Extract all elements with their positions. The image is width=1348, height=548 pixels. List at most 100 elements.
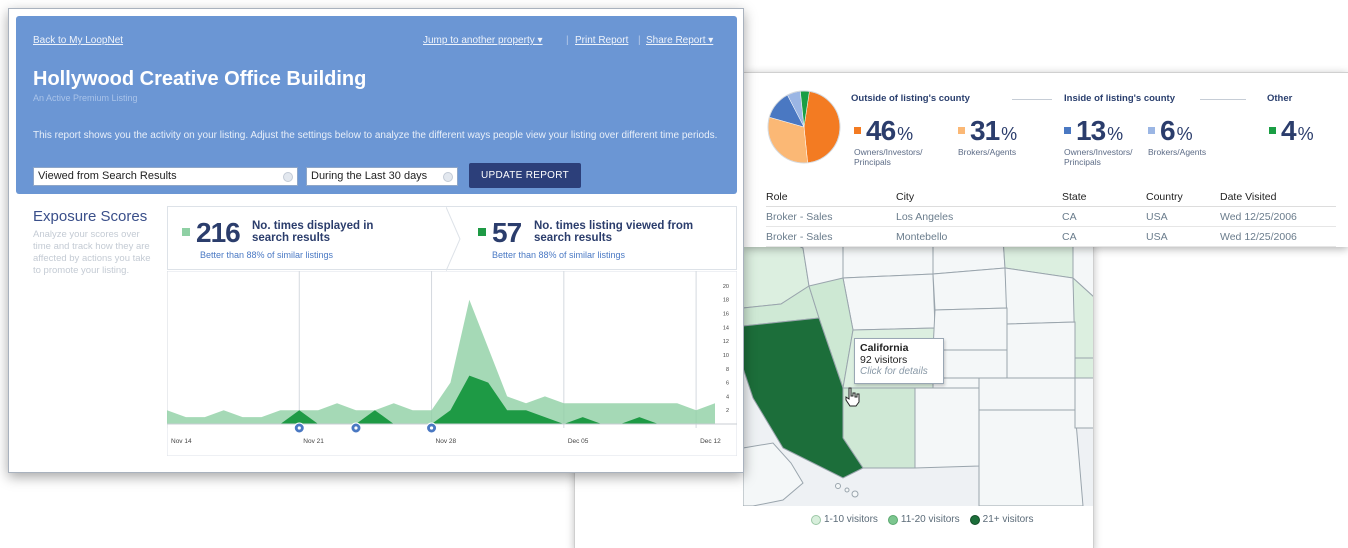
dark-green-square-icon [478,228,486,236]
visitor-stat-number: 31 [970,115,1000,146]
stat-viewed-label: No. times listing viewed from search res… [534,220,693,244]
y-tick-label: 16 [723,312,729,318]
col-country[interactable]: Country [1146,189,1220,207]
table-header-row: Role City State Country Date Visited [766,189,1336,207]
back-link[interactable]: Back to My LoopNet [33,35,123,46]
cell-country: USA [1146,206,1220,227]
listing-report-panel: Back to My LoopNet Jump to another prope… [8,8,744,473]
stat-viewed-comparison: Better than 88% of similar listings [492,250,626,260]
chevron-down-icon [283,172,293,182]
state-texas[interactable] [978,409,1084,506]
other-header: Other [1267,93,1293,104]
y-tick-label: 6 [726,381,729,387]
visitor-stat-percent: % [1001,124,1018,144]
event-marker-dot [354,426,358,430]
col-state[interactable]: State [1062,189,1146,207]
state-arkansas[interactable] [1074,377,1094,429]
link-separator: | [566,35,569,46]
cell-country: USA [1146,226,1220,247]
state-oklahoma[interactable] [978,377,1076,411]
state-kansas[interactable] [932,349,1008,379]
y-tick-label: 14 [723,325,729,331]
outside-county-header: Outside of listing's county [851,93,970,104]
chevron-right-icon [446,207,461,271]
stat-displayed-label: No. times displayed in search results [252,220,373,244]
visitor-stat-percent: % [897,124,914,144]
color-square-icon [1269,127,1276,134]
state-south-dakota[interactable] [932,267,1008,311]
period-select[interactable]: During the Last 30 days [306,167,458,186]
share-report-link[interactable]: Share Report ▾ [646,35,713,46]
tooltip-title: California [860,342,909,354]
link-separator: | [638,35,641,46]
legend-item-low: 1-10 visitors [811,514,878,525]
view-type-value: Viewed from Search Results [38,170,177,182]
color-square-icon [1064,127,1071,134]
visitor-stat-value: 13% [1064,115,1133,147]
y-tick-label: 18 [723,298,729,304]
legend-dot-icon [969,514,980,525]
visitor-stat: 31% Brokers/Agents [958,115,1017,157]
visitor-stat-label: Owners/Investors/Principals [1064,147,1133,167]
visitor-stat-value: 6% [1148,115,1206,147]
state-hawaii[interactable] [835,483,841,489]
state-wyoming[interactable] [842,273,936,331]
cell-date: Wed 12/25/2006 [1220,206,1336,227]
inside-county-group: Inside of listing's county [1064,93,1175,106]
cell-date: Wed 12/25/2006 [1220,226,1336,247]
visitor-stat-number: 13 [1076,115,1106,146]
legend-dot-icon [811,514,821,525]
state-hawaii-3 [851,490,859,498]
outside-county-group: Outside of listing's county [851,93,970,106]
x-tick-label: Dec 05 [568,438,589,445]
state-new-mexico[interactable] [914,387,980,469]
print-report-link[interactable]: Print Report [575,35,628,46]
table-row[interactable]: Broker - Sales Montebello CA USA Wed 12/… [766,226,1336,247]
report-header: Back to My LoopNet Jump to another prope… [16,16,737,194]
state-missouri[interactable] [1006,321,1076,379]
visitor-stat: 13% Owners/Investors/Principals [1064,115,1133,167]
legend-label: 21+ visitors [982,514,1034,525]
y-tick-label: 8 [726,367,729,373]
legend-item-mid: 11-20 visitors [887,514,960,525]
color-square-icon [854,127,861,134]
col-role[interactable]: Role [766,189,896,207]
view-type-select[interactable]: Viewed from Search Results [33,167,298,186]
update-report-button[interactable]: UPDATE REPORT [469,163,581,188]
tooltip-hint[interactable]: Click for details [860,366,938,378]
stat-viewed-value: 57 [492,217,522,248]
screenshot-stage: California 92 visitors Click for details… [0,0,1348,548]
divider [1200,99,1246,100]
cell-role: Broker - Sales [766,206,896,227]
cell-state: CA [1062,226,1146,247]
visitor-stat-label: Brokers/Agents [1148,147,1207,157]
visitor-stat-percent: % [1297,124,1314,144]
table-row[interactable]: Broker - Sales Los Angeles CA USA Wed 12… [766,206,1336,227]
period-value: During the Last 30 days [311,170,428,182]
state-hawaii-2 [844,487,850,493]
cell-role: Broker - Sales [766,226,896,247]
report-description: This report shows you the activity on yo… [33,130,718,141]
visitor-stat-label: Owners/Investors/Principals [854,147,923,167]
visitor-stat: 6% Brokers/Agents [1148,115,1206,157]
visitor-stat-value: 4% [1269,115,1314,147]
property-title: Hollywood Creative Office Building [33,68,367,90]
visitor-stat-number: 6 [1160,115,1176,146]
y-tick-label: 12 [723,339,729,345]
cell-state: CA [1062,206,1146,227]
stat-displayed-label-2: search results [252,232,330,244]
state-kentucky[interactable] [1074,357,1094,379]
col-date-visited[interactable]: Date Visited [1220,189,1336,207]
legend-label: 11-20 visitors [900,514,960,525]
x-tick-label: Nov 28 [436,438,457,445]
exposure-stats-box: 216 No. times displayed in search result… [167,206,737,271]
state-nebraska[interactable] [932,307,1008,351]
visitor-stat-percent: % [1107,124,1124,144]
visitor-stat-label: Brokers/Agents [958,147,1017,157]
state-iowa[interactable] [1004,267,1076,325]
stat-displayed-comparison: Better than 88% of similar listings [200,250,334,260]
col-city[interactable]: City [896,189,1062,207]
map-legend: 1-10 visitors 11-20 visitors 21+ visitor… [811,514,1034,525]
tooltip-visitors: 92 visitors [860,354,908,366]
jump-property-link[interactable]: Jump to another property ▾ [423,35,543,46]
